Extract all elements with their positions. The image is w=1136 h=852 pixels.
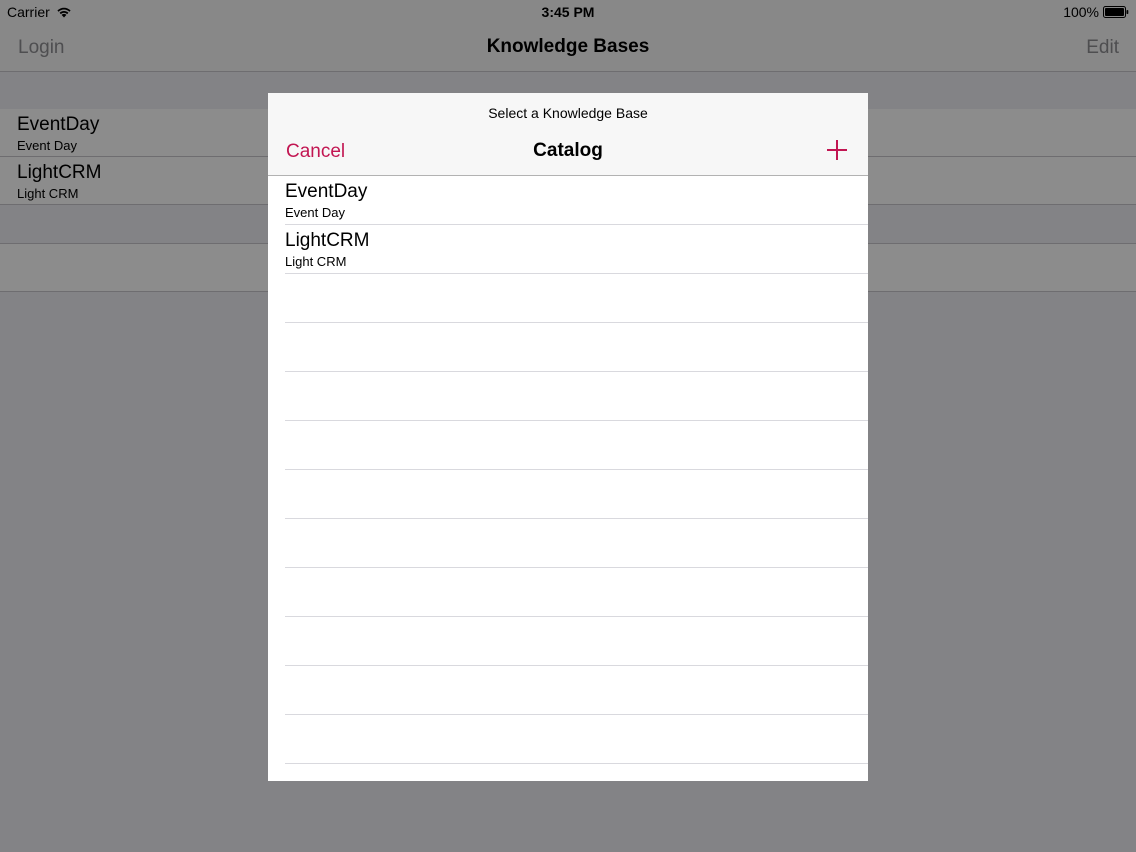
empty-row [268,666,868,715]
empty-row [268,421,868,470]
empty-row [268,715,868,764]
modal-prompt: Select a Knowledge Base [488,105,648,121]
empty-row [268,372,868,421]
catalog-item-subtitle: Light CRM [285,254,347,269]
modal-title: Catalog [533,140,603,161]
empty-row [268,470,868,519]
catalog-list: EventDay Event Day LightCRM Light CRM [268,176,868,781]
modal-header: Select a Knowledge Base Cancel Catalog [268,93,868,176]
catalog-item-title: EventDay [285,181,368,202]
empty-row [268,568,868,617]
empty-row [268,519,868,568]
catalog-item[interactable]: LightCRM Light CRM [268,225,868,274]
empty-row [268,323,868,372]
catalog-item-title: LightCRM [285,230,370,251]
plus-icon[interactable] [826,139,848,161]
knowledge-base-picker: Select a Knowledge Base Cancel Catalog E… [268,93,868,781]
catalog-item[interactable]: EventDay Event Day [268,176,868,225]
empty-row [268,274,868,323]
empty-row [268,617,868,666]
catalog-item-subtitle: Event Day [285,205,345,220]
